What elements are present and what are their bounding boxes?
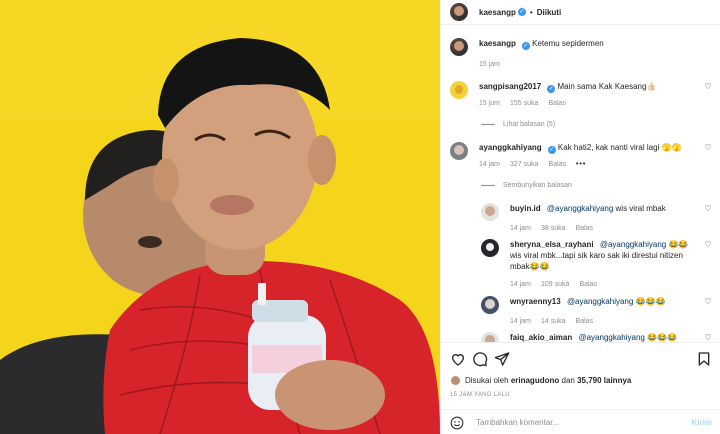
caption-time: 15 jam [479,61,501,68]
author-username[interactable]: kaesangp [479,8,516,17]
reply-username[interactable]: buyin.id [510,204,541,213]
comment-input[interactable] [476,418,692,427]
reply-button[interactable]: Balas [576,316,594,327]
reply-mention[interactable]: @ayanggkahiyang [567,297,633,306]
likes-middle: dan [561,376,575,385]
hide-replies-label[interactable]: Sembunyikan balasan [503,182,572,189]
comments-list[interactable]: kaesangp ✓ Ketemu sepidermen 15 jam sangp… [441,26,720,342]
comment-username[interactable]: ayanggkahiyang [479,143,542,152]
view-replies-button[interactable]: Lihat balasan (5) [481,121,555,128]
caption: kaesangp ✓ Ketemu sepidermen 15 jam [450,38,712,70]
send-comment-button[interactable]: Kirim [692,418,712,427]
like-comment-icon[interactable]: ♡ [704,83,712,91]
comment-time: 15 jum [479,100,501,107]
action-icons [450,351,712,367]
reply-mention[interactable]: @ayanggkahiyang [600,240,666,249]
reply-button[interactable]: Balas [579,279,597,290]
likes-count[interactable]: 35,790 lainnya [577,376,631,385]
following-button[interactable]: Diikuti [537,8,561,17]
replier-avatar[interactable] [481,332,499,342]
replier-avatar[interactable] [481,239,499,257]
comment-likes[interactable]: 327 suka [510,159,538,170]
reply-likes[interactable]: 14 suka [541,316,566,327]
reply-item: wnyraenny13 @ayanggkahiyang 😂😂😂 14 jam 1… [481,296,712,327]
like-heart-icon[interactable] [450,351,466,367]
likes-prefix: Disukai oleh [465,376,509,385]
comment-username[interactable]: sangpisang2017 [479,82,541,91]
reply-time: 14 jam [510,281,532,288]
author-avatar[interactable] [450,3,468,21]
like-comment-icon[interactable]: ♡ [704,241,712,249]
commenter-avatar[interactable] [450,81,468,99]
hide-replies-button[interactable]: Sembunyikan balasan [481,182,572,189]
like-comment-icon[interactable]: ♡ [704,334,712,342]
save-bookmark-icon[interactable] [696,351,712,367]
comment-item: sangpisang2017 ✓ Main sama Kak Kaesang👍🏻 … [450,81,712,109]
replier-avatar[interactable] [481,296,499,314]
liker-avatar[interactable] [450,375,461,386]
reply-username[interactable]: sheryna_elsa_rayhani [510,240,594,249]
post-timestamp: 15 JAM YANG LALU [450,392,510,398]
verified-icon: ✓ [547,146,556,154]
reply-button[interactable]: Balas [576,223,594,234]
reply-mention[interactable]: @ayanggkahiyang [578,333,644,342]
reply-item: sheryna_elsa_rayhani @ayanggkahiyang 😂😂w… [481,239,712,290]
comment-likes[interactable]: 155 suka [510,98,538,109]
reply-button[interactable]: Balas [548,159,566,170]
post-actions: Disukai oleh erinagudono dan 35,790 lain… [441,342,720,434]
reply-item: faiq_akio_aiman @ayanggkahiyang 😂😂😂 ♡ [481,332,712,342]
post-sidebar: kaesangp ✓ • Diikuti kaesangp ✓ Ketemu se… [440,0,720,434]
separator-dot: • [529,7,533,17]
reply-likes[interactable]: 38 suka [541,223,566,234]
reply-time: 14 jam [510,318,532,325]
caption-avatar[interactable] [450,38,468,56]
view-replies-label[interactable]: Lihat balasan (5) [503,121,555,128]
comment-bubble-icon[interactable] [472,351,488,367]
verified-icon: ✓ [521,42,530,50]
more-options-icon[interactable]: ••• [576,159,586,170]
liker-username[interactable]: erinagudono [511,376,559,385]
commenter-avatar[interactable] [450,142,468,160]
reply-text: 😂😂😂 [644,333,677,342]
verified-icon: ✓ [547,85,556,93]
like-comment-icon[interactable]: ♡ [704,298,712,306]
comment-time: 14 jam [479,161,501,168]
post-header: kaesangp ✓ • Diikuti [441,0,720,25]
share-paper-plane-icon[interactable] [494,351,510,367]
caption-username[interactable]: kaesangp [479,39,516,48]
replies-line [481,124,495,125]
comment-text: Kak hati2, kak nanti viral lagi 🫣🫣 [557,143,682,152]
comment-item: ayanggkahiyang ✓ Kak hati2, kak nanti vir… [450,142,712,170]
reply-item: buyin.id @ayanggkahiyang wis viral mbak … [481,203,712,234]
post-photo[interactable] [0,0,440,434]
emoji-icon[interactable] [450,416,464,430]
reply-username[interactable]: wnyraenny13 [510,297,561,306]
reply-time: 14 jam [510,225,532,232]
verified-icon: ✓ [517,8,526,16]
post-image [0,0,440,434]
reply-username[interactable]: faiq_akio_aiman [510,333,572,342]
reply-mention[interactable]: @ayanggkahiyang [547,204,613,213]
like-comment-icon[interactable]: ♡ [704,205,712,213]
comment-text: Main sama Kak Kaesang👍🏻 [557,82,657,91]
caption-text: Ketemu sepidermen [532,39,604,48]
reply-text: wis viral mbak [613,204,666,213]
reply-likes[interactable]: 109 suka [541,279,569,290]
reply-text: 😂😂😂 [633,297,666,306]
replier-avatar[interactable] [481,203,499,221]
replies-line [481,185,495,186]
add-comment-bar: Kirim [441,409,720,434]
reply-button[interactable]: Balas [548,98,566,109]
like-comment-icon[interactable]: ♡ [704,144,712,152]
likes-summary: Disukai oleh erinagudono dan 35,790 lain… [450,375,631,386]
